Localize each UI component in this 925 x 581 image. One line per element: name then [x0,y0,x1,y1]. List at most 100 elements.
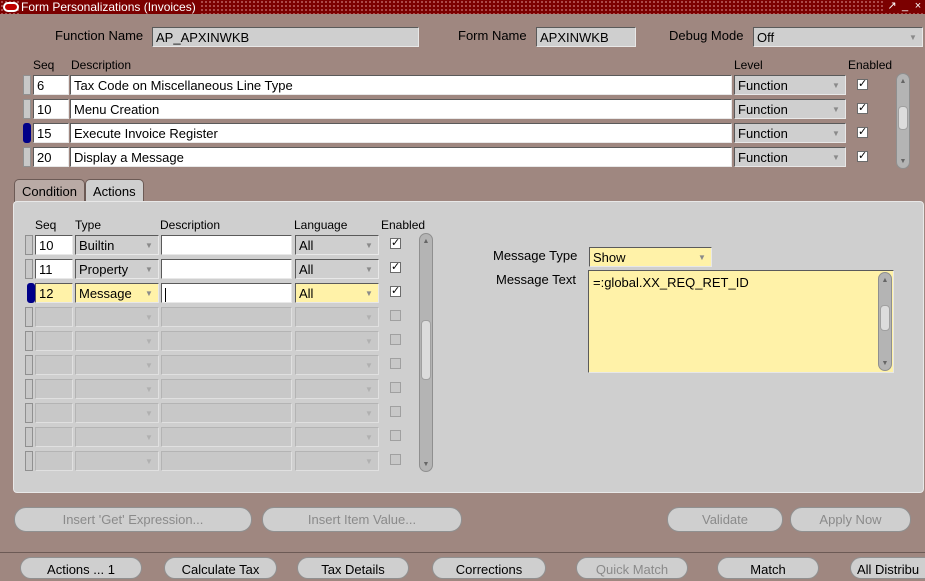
rule-enabled-checkbox[interactable]: ✓ [857,151,868,162]
row-indicator[interactable] [23,99,31,119]
action-language-select[interactable]: ▼ [295,379,379,399]
scroll-thumb[interactable] [421,320,431,380]
message-text-scrollbar[interactable]: ▲ ▼ [878,272,892,371]
current-row-indicator[interactable] [23,123,31,143]
action-seq-field[interactable] [35,307,73,327]
insert-item-value-button[interactable]: Insert Item Value... [262,507,462,532]
row-indicator[interactable] [25,451,33,471]
function-name-field[interactable]: AP_APXINWKB [152,27,419,47]
quick-match-button[interactable]: Quick Match [576,557,688,579]
rule-enabled-checkbox[interactable]: ✓ [857,127,868,138]
close-icon[interactable]: × [913,0,923,12]
action-description-field[interactable] [161,427,292,447]
action-type-select[interactable]: ▼ [75,427,159,447]
corrections-button[interactable]: Corrections [432,557,546,579]
debug-mode-select[interactable]: Off ▼ [753,27,923,47]
all-distributions-button[interactable]: All Distribu [850,557,925,579]
row-indicator[interactable] [23,75,31,95]
action-language-select[interactable]: ▼ [295,307,379,327]
action-type-select[interactable]: Property ▼ [75,259,159,279]
action-language-select[interactable]: ▼ [295,427,379,447]
action-description-field[interactable] [161,403,292,423]
current-row-indicator[interactable] [27,283,35,303]
tax-details-button[interactable]: Tax Details [297,557,409,579]
action-type-select[interactable]: ▼ [75,451,159,471]
action-enabled-checkbox[interactable] [390,310,401,321]
row-indicator[interactable] [25,427,33,447]
row-indicator[interactable] [25,259,33,279]
action-seq-field[interactable]: 12 [35,283,73,303]
rule-level-select[interactable]: Function ▼ [734,75,846,95]
rule-seq-field[interactable]: 20 [33,147,69,167]
action-enabled-checkbox[interactable] [390,430,401,441]
row-indicator[interactable] [25,331,33,351]
rules-scrollbar[interactable]: ▲ ▼ [896,73,910,169]
calculate-tax-button[interactable]: Calculate Tax [164,557,277,579]
rule-description-field[interactable]: Tax Code on Miscellaneous Line Type [70,75,732,95]
row-indicator[interactable] [23,147,31,167]
action-language-select[interactable]: ▼ [295,451,379,471]
rule-seq-field[interactable]: 6 [33,75,69,95]
action-description-field[interactable] [161,379,292,399]
action-enabled-checkbox[interactable] [390,406,401,417]
action-description-field[interactable] [161,331,292,351]
action-enabled-checkbox[interactable]: ✓ [390,238,401,249]
action-description-field[interactable] [161,451,292,471]
message-type-select[interactable]: Show ▼ [589,247,712,267]
action-language-select[interactable]: ▼ [295,403,379,423]
restore-icon[interactable]: ↗ [887,0,897,12]
scroll-thumb[interactable] [880,305,890,331]
scroll-up-icon[interactable]: ▲ [420,235,432,247]
action-seq-field[interactable] [35,355,73,375]
action-description-field[interactable] [161,283,292,303]
action-type-select[interactable]: ▼ [75,307,159,327]
row-indicator[interactable] [25,379,33,399]
scroll-down-icon[interactable]: ▼ [897,155,909,167]
action-description-field[interactable] [161,355,292,375]
rule-description-field[interactable]: Menu Creation [70,99,732,119]
action-seq-field[interactable] [35,427,73,447]
rule-seq-field[interactable]: 15 [33,123,69,143]
match-button[interactable]: Match [717,557,819,579]
tab-condition[interactable]: Condition [14,179,85,202]
action-language-select[interactable]: ▼ [295,331,379,351]
action-type-select[interactable]: ▼ [75,355,159,375]
scroll-up-icon[interactable]: ▲ [897,75,909,87]
scroll-up-icon[interactable]: ▲ [879,274,891,286]
scroll-thumb[interactable] [898,106,908,130]
rule-level-select[interactable]: Function ▼ [734,147,846,167]
row-indicator[interactable] [25,307,33,327]
rule-description-field[interactable]: Execute Invoice Register [70,123,732,143]
action-seq-field[interactable]: 11 [35,259,73,279]
action-type-select[interactable]: ▼ [75,403,159,423]
scroll-down-icon[interactable]: ▼ [420,458,432,470]
row-indicator[interactable] [25,403,33,423]
rule-description-field[interactable]: Display a Message [70,147,732,167]
minimize-icon[interactable]: _ [900,0,910,12]
action-description-field[interactable] [161,307,292,327]
actions-scrollbar[interactable]: ▲ ▼ [419,233,433,472]
action-type-select[interactable]: ▼ [75,331,159,351]
validate-button[interactable]: Validate [667,507,783,532]
action-language-select[interactable]: ▼ [295,355,379,375]
rule-enabled-checkbox[interactable]: ✓ [857,79,868,90]
form-name-field[interactable]: APXINWKB [536,27,636,47]
action-language-select[interactable]: All ▼ [295,235,379,255]
rule-enabled-checkbox[interactable]: ✓ [857,103,868,114]
action-type-select[interactable]: Builtin ▼ [75,235,159,255]
action-enabled-checkbox[interactable]: ✓ [390,262,401,273]
action-enabled-checkbox[interactable] [390,358,401,369]
action-seq-field[interactable] [35,403,73,423]
actions-button[interactable]: Actions ... 1 [20,557,142,579]
action-description-field[interactable] [161,259,292,279]
tab-actions[interactable]: Actions [85,179,144,203]
action-seq-field[interactable] [35,331,73,351]
action-seq-field[interactable] [35,451,73,471]
action-type-select[interactable]: ▼ [75,379,159,399]
rule-level-select[interactable]: Function ▼ [734,99,846,119]
apply-now-button[interactable]: Apply Now [790,507,911,532]
action-language-select[interactable]: All ▼ [295,283,379,303]
action-language-select[interactable]: All ▼ [295,259,379,279]
action-enabled-checkbox[interactable]: ✓ [390,286,401,297]
action-type-select[interactable]: Message ▼ [75,283,159,303]
